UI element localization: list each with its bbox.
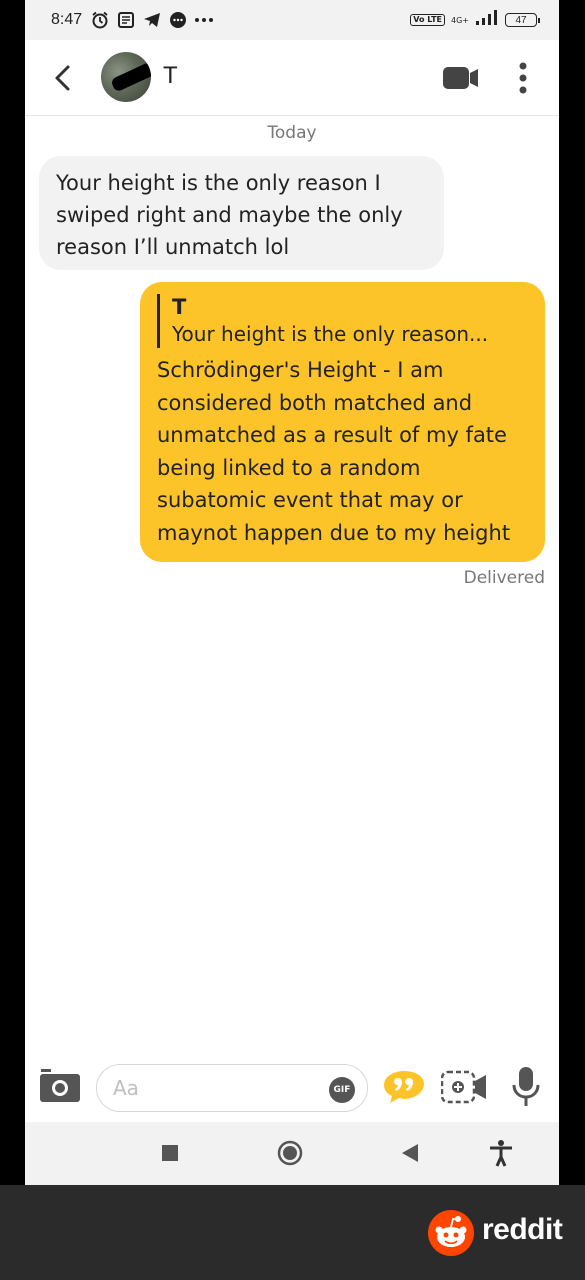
status-right: Vo LTE 4G+ 47 — [410, 10, 540, 30]
chevron-left-icon — [55, 65, 70, 91]
network-type: 4G+ — [451, 15, 469, 25]
message-input[interactable] — [113, 1075, 313, 1101]
back-nav-button[interactable] — [395, 1138, 425, 1168]
video-camera-icon — [443, 67, 478, 89]
chat-header: T — [25, 40, 559, 116]
status-bar: 8:47 Vo LTE 4G+ 47 — [25, 0, 559, 40]
system-nav-bar — [25, 1122, 559, 1185]
quote-text: Your height is the only reason... — [172, 322, 489, 346]
square-icon — [162, 1145, 178, 1161]
quote-bubble-icon — [384, 1071, 424, 1103]
outgoing-message[interactable]: T Your height is the only reason... Schr… — [140, 282, 545, 562]
news-icon — [116, 10, 136, 30]
outgoing-message-text: Schrödinger's Height - I am considered b… — [157, 358, 511, 545]
accessibility-button[interactable] — [486, 1138, 516, 1168]
more-options-button[interactable] — [519, 62, 527, 94]
quoted-reply: T Your height is the only reason... — [157, 294, 528, 348]
message-composer: GIF — [25, 1060, 559, 1120]
incoming-message-text: Your height is the only reason I swiped … — [56, 171, 403, 259]
quote-author: T — [172, 295, 187, 319]
back-button[interactable] — [51, 64, 75, 92]
contact-name[interactable]: T — [163, 62, 178, 90]
date-separator: Today — [267, 123, 317, 143]
microphone-button[interactable] — [511, 1066, 541, 1108]
reddit-logo-icon — [428, 1210, 474, 1256]
phone-screen: 8:47 Vo LTE 4G+ 47 T Today Your height i… — [25, 0, 559, 1185]
telegram-icon — [142, 10, 162, 30]
quote-button[interactable] — [383, 1070, 425, 1104]
volte-badge: Vo LTE — [410, 14, 445, 26]
signal-icon — [475, 10, 499, 30]
reddit-footer: reddit — [0, 1185, 585, 1280]
microphone-icon — [512, 1067, 540, 1106]
video-call-button[interactable] — [443, 67, 479, 89]
alarm-icon — [90, 10, 110, 30]
kebab-menu-icon — [519, 62, 527, 94]
triangle-back-icon — [402, 1144, 418, 1162]
status-time: 8:47 — [51, 11, 83, 28]
more-notifications-icon — [194, 10, 214, 30]
circle-icon — [277, 1140, 303, 1166]
video-add-icon — [440, 1070, 486, 1104]
camera-icon — [40, 1069, 80, 1102]
gif-button[interactable]: GIF — [329, 1077, 355, 1103]
incoming-message[interactable]: Your height is the only reason I swiped … — [39, 156, 444, 270]
messenger-icon — [168, 10, 188, 30]
camera-button[interactable] — [39, 1068, 81, 1104]
battery-icon: 47 — [505, 13, 540, 27]
contact-avatar[interactable] — [101, 52, 151, 102]
reddit-wordmark: reddit — [482, 1213, 563, 1246]
recents-button[interactable] — [155, 1138, 185, 1168]
video-message-button[interactable] — [440, 1070, 487, 1104]
message-input-box[interactable]: GIF — [96, 1064, 368, 1112]
delivery-status: Delivered — [463, 568, 545, 588]
home-button[interactable] — [275, 1138, 305, 1168]
accessibility-icon — [490, 1140, 512, 1167]
